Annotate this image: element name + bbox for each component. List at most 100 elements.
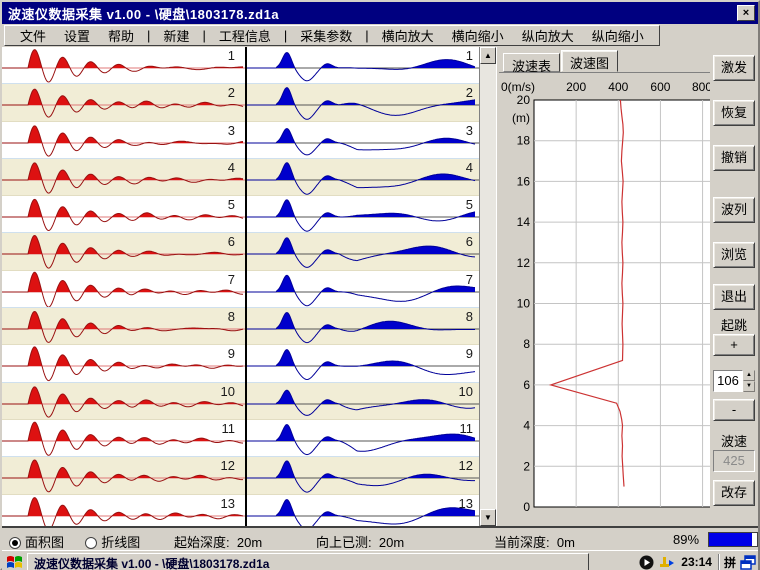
trace-row-left-9[interactable]: 9 [2, 345, 245, 382]
trace-row-mid-5[interactable]: 5 [247, 196, 479, 233]
menu-item-new[interactable]: 新建 [154, 24, 198, 47]
trace-number: 7 [466, 272, 473, 287]
trace-row-mid-6[interactable]: 6 [247, 233, 479, 270]
trace-row-mid-9[interactable]: 9 [247, 345, 479, 382]
jump-plus-button[interactable]: + [713, 334, 755, 356]
svg-text:0(m/s): 0(m/s) [501, 80, 535, 94]
blue-waveform [247, 196, 479, 233]
spinner-arrows[interactable]: ▲ ▼ [743, 370, 755, 392]
control-button-column: 激发 恢复 撤销 波列 浏览 退出 起跳 + 106 ▲ ▼ - 波速 425 … [710, 47, 758, 526]
trace-row-mid-13[interactable]: 13 [247, 495, 479, 526]
svg-text:400: 400 [608, 80, 628, 94]
exit-button[interactable]: 退出 [713, 284, 755, 310]
trace-row-mid-10[interactable]: 10 [247, 383, 479, 420]
trace-row-left-2[interactable]: 2 [2, 84, 245, 121]
trace-number: 3 [228, 123, 235, 138]
trace-number: 2 [466, 85, 473, 100]
menu-item-project-info[interactable]: 工程信息 [210, 24, 280, 47]
trace-number: 8 [228, 309, 235, 324]
start-depth-group: 起始深度: 20m [174, 532, 262, 551]
red-waveform [2, 345, 245, 382]
menu-item-acquisition-params[interactable]: 采集参数 [291, 24, 361, 47]
menu-item-h-zoom-out[interactable]: 横向缩小 [443, 24, 513, 47]
jump-value-field[interactable]: 106 [713, 370, 743, 392]
trace-row-mid-3[interactable]: 3 [247, 122, 479, 159]
trace-row-left-7[interactable]: 7 [2, 271, 245, 308]
chart-canvas: 0(m/s)20040060080020181614121086420(m) [499, 73, 711, 525]
player-tray-icon[interactable] [639, 555, 654, 570]
measured-group: 向上已测: 20m [316, 532, 404, 551]
clock[interactable]: 23:14 [679, 555, 714, 569]
main-area: 12345678910111213 12345678910111213 ▲ ▼ … [2, 47, 758, 526]
trace-row-mid-1[interactable]: 1 [247, 47, 479, 84]
jump-value-spinner[interactable]: 106 ▲ ▼ [713, 370, 755, 392]
trace-number: 13 [221, 496, 235, 511]
undo-button[interactable]: 撤销 [713, 145, 755, 171]
desktop-switch-icon[interactable] [740, 555, 756, 570]
title-bar: 波速仪数据采集 v1.00 - \硬盘\1803178.zd1a × [2, 2, 758, 24]
spinner-down-icon[interactable]: ▼ [743, 381, 755, 392]
trace-row-left-3[interactable]: 3 [2, 122, 245, 159]
trace-row-left-6[interactable]: 6 [2, 233, 245, 270]
trace-row-mid-7[interactable]: 7 [247, 271, 479, 308]
trace-row-mid-11[interactable]: 11 [247, 420, 479, 457]
restore-button[interactable]: 恢复 [713, 100, 755, 126]
trace-number: 6 [466, 234, 473, 249]
system-tray: 23:14 拼 [639, 553, 756, 570]
menu-separator: | [198, 28, 209, 43]
menu-separator: | [280, 28, 291, 43]
velocity-label: 波速 [713, 431, 755, 450]
svg-text:600: 600 [650, 80, 670, 94]
menu-item-v-zoom-out[interactable]: 纵向缩小 [583, 24, 653, 47]
vertical-scrollbar[interactable]: ▲ ▼ [479, 47, 496, 526]
red-waveform [2, 271, 245, 308]
trace-row-left-12[interactable]: 12 [2, 457, 245, 494]
trace-row-left-1[interactable]: 1 [2, 47, 245, 84]
trace-row-mid-2[interactable]: 2 [247, 84, 479, 121]
close-button[interactable]: × [737, 5, 755, 21]
menu-item-help[interactable]: 帮助 [99, 24, 143, 47]
scroll-down-icon[interactable]: ▼ [480, 509, 496, 526]
menu-item-settings[interactable]: 设置 [55, 24, 99, 47]
start-menu-icon[interactable] [6, 554, 23, 570]
jump-minus-button[interactable]: - [713, 399, 755, 421]
wave-train-button[interactable]: 波列 [713, 197, 755, 223]
spinner-up-icon[interactable]: ▲ [743, 370, 755, 381]
save-button[interactable]: 改存 [713, 480, 755, 506]
trace-row-left-10[interactable]: 10 [2, 383, 245, 420]
jump-label: 起跳 [713, 315, 755, 334]
fire-button[interactable]: 激发 [713, 55, 755, 81]
menu-item-file[interactable]: 文件 [11, 24, 55, 47]
ime-indicator[interactable]: 拼 [724, 554, 736, 570]
scroll-up-icon[interactable]: ▲ [480, 47, 496, 64]
measured-value: 20m [379, 535, 404, 550]
menu-item-v-zoom-in[interactable]: 纵向放大 [513, 24, 583, 47]
trace-row-left-4[interactable]: 4 [2, 159, 245, 196]
connection-tray-icon[interactable] [658, 555, 675, 570]
svg-text:12: 12 [517, 256, 531, 270]
tab-velocity-table[interactable]: 波速表 [503, 53, 560, 72]
trace-row-left-13[interactable]: 13 [2, 495, 245, 526]
blue-waveform [247, 47, 479, 84]
trace-row-left-5[interactable]: 5 [2, 196, 245, 233]
line-chart-radio[interactable] [85, 537, 97, 549]
trace-row-mid-4[interactable]: 4 [247, 159, 479, 196]
trace-number: 4 [228, 160, 235, 175]
area-chart-radio[interactable] [9, 537, 21, 549]
svg-text:8: 8 [523, 337, 530, 351]
tab-velocity-graph[interactable]: 波速图 [561, 50, 618, 72]
trace-row-mid-12[interactable]: 12 [247, 457, 479, 494]
velocity-depth-chart: 0(m/s)20040060080020181614121086420(m) [499, 72, 710, 525]
trace-row-mid-8[interactable]: 8 [247, 308, 479, 345]
trace-row-left-8[interactable]: 8 [2, 308, 245, 345]
trace-row-left-11[interactable]: 11 [2, 420, 245, 457]
red-waveform [2, 420, 245, 457]
blue-waveform [247, 271, 479, 308]
red-waveform [2, 122, 245, 159]
svg-text:14: 14 [517, 215, 531, 229]
app-taskbar-button[interactable]: 波速仪数据采集 v1.00 - \硬盘\1803178.zd1a [27, 553, 589, 570]
browse-button[interactable]: 浏览 [713, 242, 755, 268]
red-waveform [2, 47, 245, 84]
red-waveform [2, 159, 245, 196]
menu-item-h-zoom-in[interactable]: 横向放大 [373, 24, 443, 47]
